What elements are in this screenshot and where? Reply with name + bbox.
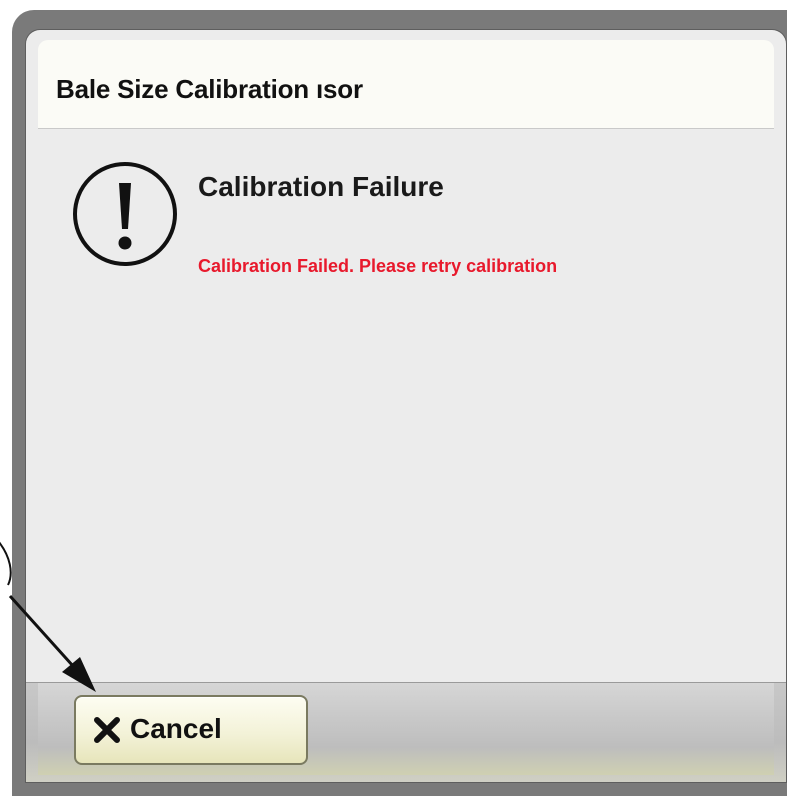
dialog-footer: Cancel (26, 682, 786, 782)
message-text: Calibration Failed. Please retry calibra… (198, 256, 558, 276)
calibration-dialog: Bale Size Calibration ısor Calibration F… (26, 30, 786, 782)
footer-bar: Cancel (38, 683, 774, 775)
dialog-header: Bale Size Calibration ısor (38, 40, 774, 129)
dialog-body: Calibration Failure Calibration Failed. … (38, 129, 774, 681)
close-x-icon (94, 717, 120, 743)
dialog-title: Bale Size Calibration ısor (56, 74, 363, 104)
message-title: Calibration Failure (198, 171, 444, 202)
cancel-button[interactable]: Cancel (74, 695, 308, 765)
cancel-button-label: Cancel (130, 713, 222, 744)
exclamation-circle-icon (73, 162, 177, 266)
